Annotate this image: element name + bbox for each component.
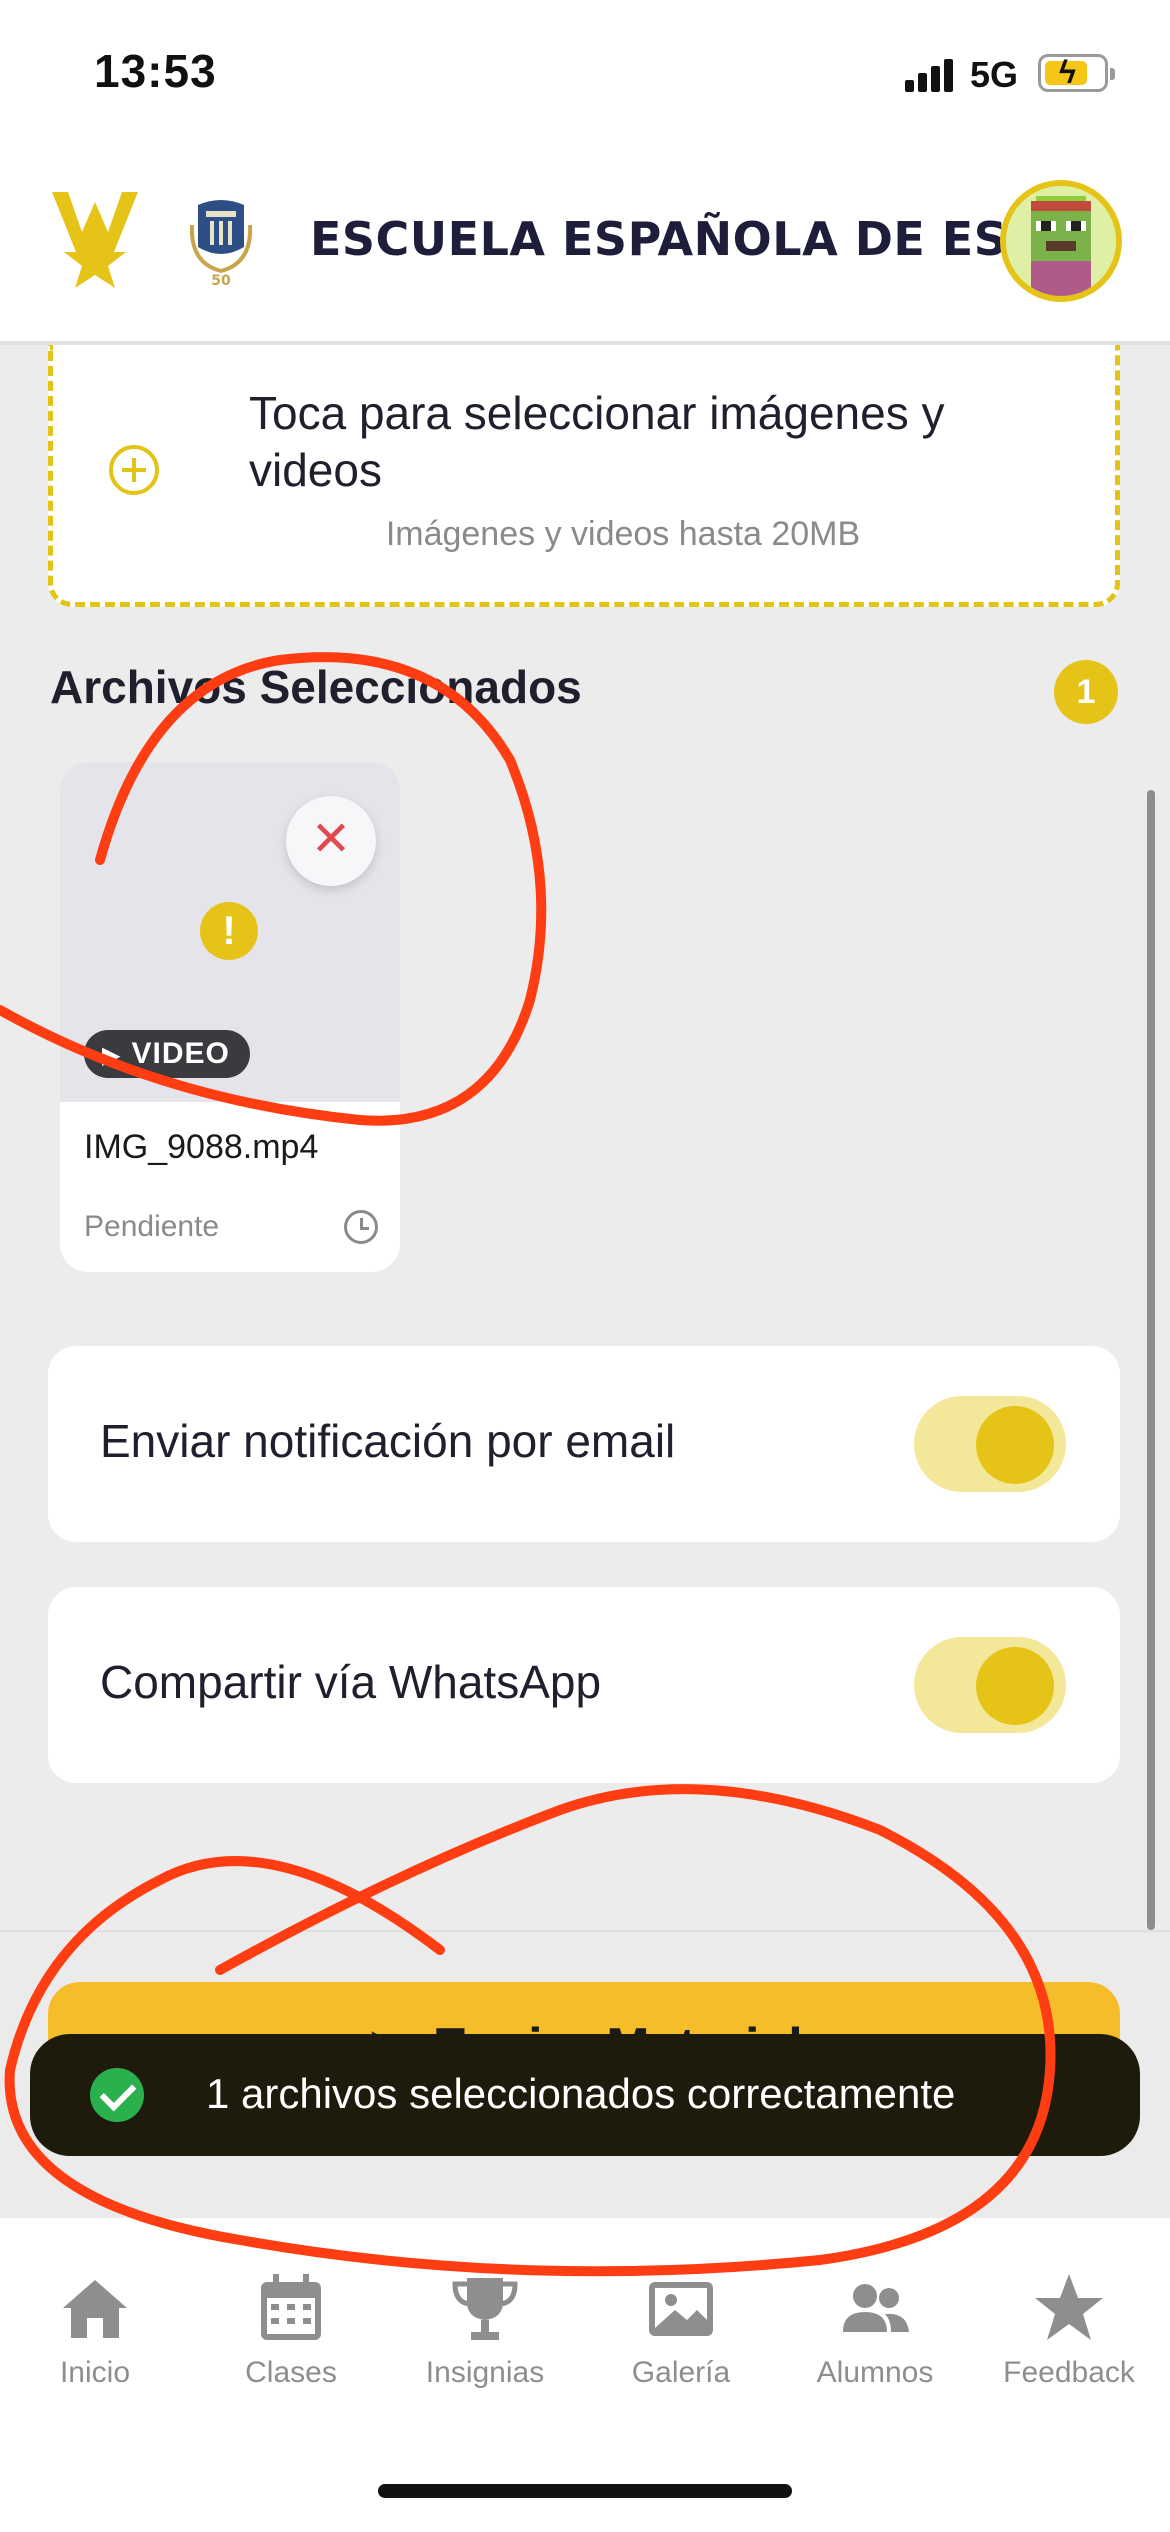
- video-type-label: VIDEO: [131, 1037, 230, 1070]
- home-icon: [63, 2280, 127, 2338]
- calendar-icon: [261, 2274, 321, 2340]
- email-notification-label: Enviar notificación por email: [100, 1415, 676, 1467]
- tab-inicio[interactable]: Inicio: [0, 2268, 190, 2390]
- tab-alumnos[interactable]: Alumnos: [780, 2268, 970, 2390]
- file-status: Pendiente: [84, 1210, 220, 1243]
- file-card[interactable]: ✕ ! ▶ VIDEO IMG_9088.mp4 Pendiente: [60, 762, 400, 1272]
- svg-text:50: 50: [211, 273, 231, 289]
- play-icon: ▶: [102, 1042, 122, 1069]
- tab-galeria[interactable]: Galería: [586, 2268, 776, 2390]
- network-label: 5G: [970, 54, 1019, 95]
- whatsapp-share-row: Compartir vía WhatsApp: [48, 1587, 1120, 1783]
- home-indicator: [378, 2484, 792, 2498]
- scrollbar[interactable]: [1147, 790, 1155, 1930]
- tab-label: Insignias: [425, 2356, 545, 2389]
- success-toast: 1 archivos seleccionados correctamente: [30, 2034, 1140, 2156]
- remove-file-button[interactable]: ✕: [286, 796, 376, 886]
- school-crest-icon: 50: [189, 200, 253, 289]
- trophy-icon: [452, 2278, 518, 2340]
- battery-icon: ϟ: [1038, 54, 1115, 92]
- check-circle-icon: [90, 2068, 144, 2122]
- status-bar: 13:53 5G ϟ: [0, 0, 1170, 150]
- tab-insignias[interactable]: Insignias: [390, 2268, 580, 2390]
- avatar[interactable]: [1000, 180, 1122, 302]
- add-circle-icon: [109, 445, 159, 495]
- whatsapp-share-label: Compartir vía WhatsApp: [100, 1656, 602, 1708]
- star-icon: [1035, 2274, 1103, 2340]
- upload-dropzone[interactable]: Toca para seleccionar imágenes y videos …: [48, 345, 1120, 607]
- app-logo-icon: [52, 192, 138, 288]
- app-header: 50 ESCUELA ESPAÑOLA DE ESQ...: [0, 150, 1170, 345]
- tab-feedback[interactable]: Feedback: [974, 2268, 1164, 2390]
- status-time: 13:53: [94, 45, 217, 97]
- clock-icon: [344, 1210, 378, 1244]
- warning-icon: !: [200, 902, 258, 960]
- tab-label: Inicio: [59, 2356, 131, 2389]
- signal-icon: [905, 58, 957, 92]
- tab-label: Feedback: [1003, 2356, 1135, 2389]
- people-icon: [843, 2284, 909, 2332]
- header-title: ESCUELA ESPAÑOLA DE ESQ...: [310, 212, 1101, 266]
- tab-label: Clases: [245, 2356, 337, 2389]
- whatsapp-share-toggle[interactable]: [914, 1637, 1066, 1733]
- upload-subtitle: Imágenes y videos hasta 20MB: [385, 515, 861, 553]
- selected-count-badge: 1: [1054, 660, 1118, 724]
- tab-label: Galería: [631, 2356, 731, 2389]
- upload-title: Toca para seleccionar imágenes y videos: [249, 387, 945, 496]
- close-icon: ✕: [310, 813, 352, 866]
- tab-label: Alumnos: [816, 2356, 934, 2389]
- toast-message: 1 archivos seleccionados correctamente: [206, 2070, 956, 2117]
- video-type-chip: ▶ VIDEO: [84, 1030, 250, 1078]
- pixel-avatar-icon: [1006, 186, 1116, 296]
- image-icon: [649, 2282, 713, 2336]
- email-notification-row: Enviar notificación por email: [48, 1346, 1120, 1542]
- email-notification-toggle[interactable]: [914, 1396, 1066, 1492]
- file-name: IMG_9088.mp4: [84, 1128, 319, 1166]
- selected-files-title: Archivos Seleccionados: [50, 661, 582, 713]
- tab-clases[interactable]: Clases: [196, 2268, 386, 2390]
